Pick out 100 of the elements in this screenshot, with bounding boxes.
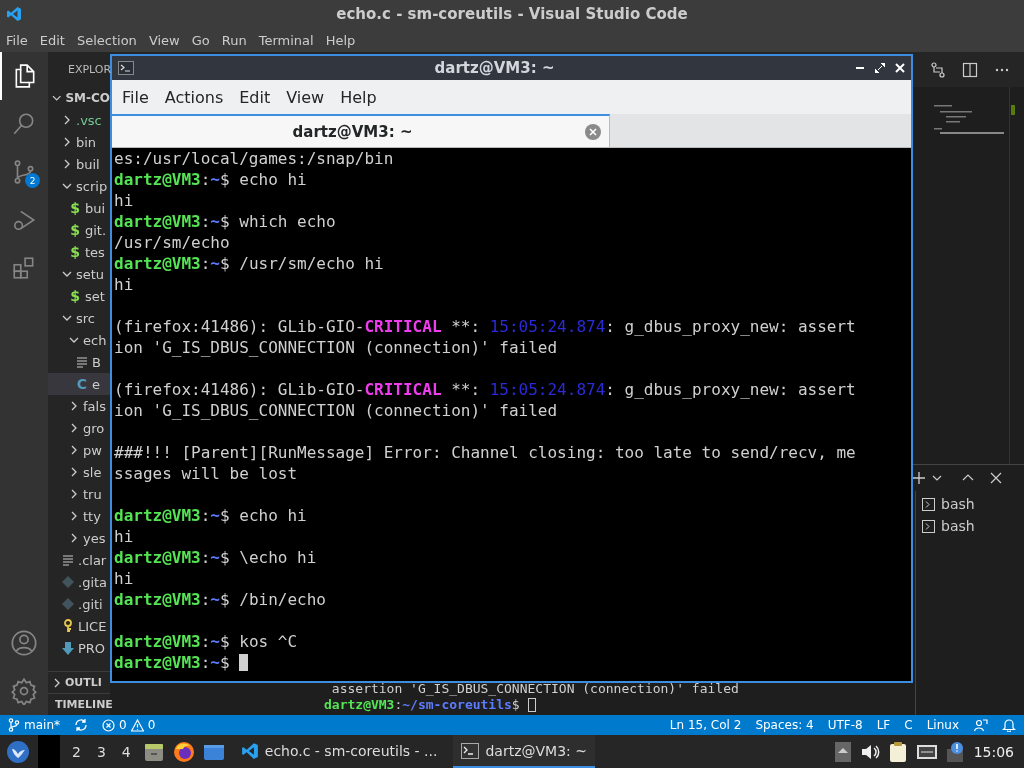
menu-item[interactable]: Actions xyxy=(156,87,232,107)
terminal-icon xyxy=(118,61,134,75)
tree-item[interactable]: fals xyxy=(48,395,110,417)
file-type-icon: $ xyxy=(69,244,81,260)
tree-item[interactable]: B xyxy=(48,351,110,373)
settings-icon[interactable] xyxy=(10,677,38,705)
problems-status[interactable]: 0 0 xyxy=(102,718,156,732)
file-type-icon: C xyxy=(76,376,88,392)
tree-item[interactable]: $ bui xyxy=(48,197,110,219)
terminal-line: ssages will be lost xyxy=(114,464,298,483)
chevron-icon xyxy=(52,93,62,103)
tree-item[interactable]: yes xyxy=(48,527,110,549)
branch-status[interactable]: main* xyxy=(8,718,60,732)
tree-item[interactable]: PRO xyxy=(48,637,110,659)
branch-icon xyxy=(8,718,20,732)
maximize-icon[interactable] xyxy=(875,63,885,73)
close-icon[interactable] xyxy=(990,472,1002,484)
menu-item[interactable]: Help xyxy=(319,32,362,48)
file-type-icon: $ xyxy=(69,222,81,238)
terminal-line: dartz@VM3:~$ echo hi xyxy=(114,506,307,525)
clipboard-icon[interactable] xyxy=(887,740,908,763)
terminal-list-item[interactable]: bash xyxy=(916,493,1024,515)
compare-changes-icon[interactable] xyxy=(930,61,946,78)
activity-tab[interactable]: 2 xyxy=(0,148,48,196)
workspace-button[interactable]: 3 xyxy=(92,743,110,760)
warning-icon xyxy=(130,718,144,732)
workspace-button[interactable]: 4 xyxy=(117,743,135,760)
folder-root[interactable]: SM-CO xyxy=(48,87,110,109)
tree-item[interactable]: pw xyxy=(48,439,110,461)
terminal-icon xyxy=(922,519,935,533)
bell-icon[interactable] xyxy=(1002,718,1016,732)
split-editor-icon[interactable] xyxy=(962,61,978,78)
menu-item[interactable]: Help xyxy=(332,87,385,107)
tree-item[interactable]: tru xyxy=(48,483,110,505)
menu-item[interactable]: View xyxy=(142,32,186,48)
terminal-line: hi xyxy=(114,191,134,210)
tree-item[interactable]: gro xyxy=(48,417,110,439)
terminal-icon xyxy=(922,497,935,511)
tree-item[interactable]: setu xyxy=(48,263,110,285)
task-button[interactable]: echo.c - sm-coreutils - ... xyxy=(232,735,446,768)
tree-item[interactable]: scrip xyxy=(48,175,110,197)
tree-item[interactable]: .gita xyxy=(48,571,110,593)
terminal-line: dartz@VM3:~$ kos ^C xyxy=(114,632,298,651)
notification-icon[interactable] xyxy=(945,740,966,763)
feedback-icon[interactable] xyxy=(973,717,988,733)
terminal-line: hi xyxy=(114,275,134,294)
menu-item[interactable]: Terminal xyxy=(252,32,320,48)
status-item[interactable]: Linux xyxy=(926,718,959,732)
tree-item[interactable]: $ set xyxy=(48,285,110,307)
tree-item[interactable]: .giti xyxy=(48,593,110,615)
tree-item[interactable]: tty xyxy=(48,505,110,527)
tree-item[interactable]: sle xyxy=(48,461,110,483)
task-button[interactable]: dartz@VM3: ~ xyxy=(453,735,595,768)
terminal-line: dartz@VM3:~$ /bin/echo xyxy=(114,590,326,609)
file-type-icon: $ xyxy=(69,288,81,304)
tree-item[interactable]: src xyxy=(48,307,110,329)
start-menu-icon[interactable] xyxy=(6,739,30,764)
terminal-line: ###!!! [Parent][RunMessage] Error: Channel closing: too late to send/recv, me xyxy=(114,443,856,462)
menu-item[interactable]: Selection xyxy=(70,32,143,48)
terminal-line: (firefox:41486): GLib-GIO-CRITICAL **: 15:05:24.874: g_dbus_proxy_new: assert xyxy=(114,380,856,399)
menu-item[interactable]: View xyxy=(278,87,333,107)
terminal-line: assertion 'G_IS_DBUS_CONNECTION (connection)' failed xyxy=(330,681,740,697)
tree-item[interactable]: LICE xyxy=(48,615,110,637)
status-item[interactable]: C xyxy=(904,718,913,732)
status-item[interactable]: Ln 15, Col 2 xyxy=(669,718,742,732)
tree-item[interactable]: .vsc xyxy=(48,109,110,131)
menu-item[interactable]: Edit xyxy=(33,32,71,48)
app-logo-icon xyxy=(6,6,22,22)
status-item[interactable]: Spaces: 4 xyxy=(755,718,814,732)
error-icon xyxy=(102,718,115,732)
browser-icon[interactable] xyxy=(172,740,195,763)
tree-item[interactable]: $ git. xyxy=(48,219,110,241)
menu-item[interactable]: Run xyxy=(215,32,253,48)
terminal-icon xyxy=(461,742,480,759)
window-title: echo.c - sm-coreutils - Visual Studio Code xyxy=(336,5,688,23)
menu-item[interactable]: File xyxy=(114,87,157,107)
clock: 15:06 xyxy=(973,743,1015,760)
account-icon[interactable] xyxy=(10,629,38,657)
file-type-icon: $ xyxy=(69,200,81,216)
tree-item[interactable]: bin xyxy=(48,131,110,153)
terminal-line: dartz@VM3:~/sm-coreutils$ xyxy=(324,697,915,713)
plus-icon[interactable] xyxy=(912,471,926,485)
diamond-icon xyxy=(62,598,74,610)
status-item[interactable]: LF xyxy=(876,718,891,732)
menu-item[interactable]: Edit xyxy=(231,87,279,107)
terminal-tab[interactable]: dartz@VM3: ~ xyxy=(112,114,610,147)
tree-item[interactable]: $ tes xyxy=(48,241,110,263)
status-item[interactable]: UTF-8 xyxy=(827,718,863,732)
workspace-button[interactable]: 2 xyxy=(68,743,85,760)
menu-item[interactable]: Go xyxy=(185,32,216,48)
sync-icon[interactable] xyxy=(74,718,88,732)
terminal-line: ion 'G_IS_DBUS_CONNECTION (connection)' failed xyxy=(114,401,558,420)
tree-item[interactable]: buil xyxy=(48,153,110,175)
tree-item[interactable]: .clar xyxy=(48,549,110,571)
tree-item[interactable]: C e xyxy=(48,373,110,395)
terminal-line: hi xyxy=(114,527,134,546)
tree-item[interactable]: ech xyxy=(48,329,110,351)
caret-icon[interactable] xyxy=(932,473,942,483)
terminal-list-item[interactable]: bash xyxy=(916,515,1024,537)
menu-item[interactable]: File xyxy=(0,32,34,48)
